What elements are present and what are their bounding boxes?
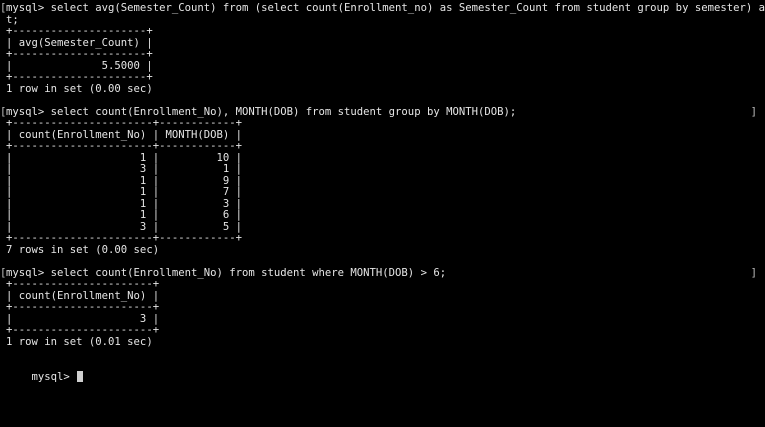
- terminal-line-text: +----------------------+------------+: [6, 140, 242, 152]
- terminal-line-text: mysql> select avg(Semester_Count) from (…: [6, 2, 765, 14]
- terminal-line: [mysql> select avg(Semester_Count) from …: [0, 2, 765, 15]
- block-cursor-icon: [77, 371, 84, 382]
- terminal-window[interactable]: [mysql> select avg(Semester_Count) from …: [0, 0, 765, 427]
- line-mark-right-icon: ]: [750, 105, 757, 118]
- terminal-line-text: 1 row in set (0.00 sec): [6, 82, 153, 95]
- terminal-line-text: 1 row in set (0.01 sec): [6, 335, 153, 348]
- terminal-line-text: +----------------------+: [6, 278, 160, 290]
- terminal-line-text: | count(Enrollment_No) | MONTH(DOB) |: [6, 128, 242, 141]
- terminal-line: 7 rows in set (0.00 sec): [6, 243, 765, 257]
- terminal-line-text: | 1 | 7 |: [6, 186, 242, 198]
- terminal-line-text: mysql> select count(Enrollment_No), MONT…: [6, 105, 517, 118]
- terminal-line-text: | 3 | 5 |: [6, 220, 242, 233]
- terminal-output: [mysql> select avg(Semester_Count) from …: [0, 2, 765, 360]
- terminal-line-text: +---------------------+: [6, 25, 153, 37]
- prompt-line[interactable]: mysql>: [6, 360, 765, 383]
- line-mark-right-icon: ]: [750, 266, 757, 279]
- terminal-line-text: +----------------------+------------+: [6, 232, 242, 244]
- terminal-line-text: +---------------------+: [6, 48, 153, 60]
- terminal-line-text: | 5.5000 |: [6, 59, 153, 72]
- terminal-line-text: 7 rows in set (0.00 sec): [6, 243, 160, 256]
- terminal-line-text: | avg(Semester_Count) |: [6, 36, 153, 49]
- terminal-line-text: +----------------------+: [6, 301, 160, 313]
- terminal-line-text: | count(Enrollment_No) |: [6, 289, 160, 302]
- terminal-line-text: +---------------------+: [6, 71, 153, 83]
- terminal-line-text: | 3 |: [6, 312, 160, 325]
- terminal-line: 1 row in set (0.00 sec): [6, 82, 765, 96]
- terminal-line-text: | 1 | 6 |: [6, 209, 242, 221]
- terminal-line-text: t;: [6, 13, 19, 26]
- terminal-line-text: | 1 | 9 |: [6, 174, 242, 187]
- terminal-line-text: | 1 | 10 |: [6, 151, 242, 164]
- terminal-line: 1 row in set (0.01 sec): [6, 335, 765, 349]
- terminal-line-text: +----------------------+: [6, 324, 160, 336]
- prompt-text: mysql>: [31, 371, 77, 383]
- terminal-line-text: mysql> select count(Enrollment_No) from …: [6, 266, 447, 279]
- terminal-line-text: +----------------------+------------+: [6, 117, 242, 129]
- terminal-line-text: | 1 | 3 |: [6, 197, 242, 210]
- terminal-line-text: | 3 | 1 |: [6, 163, 242, 175]
